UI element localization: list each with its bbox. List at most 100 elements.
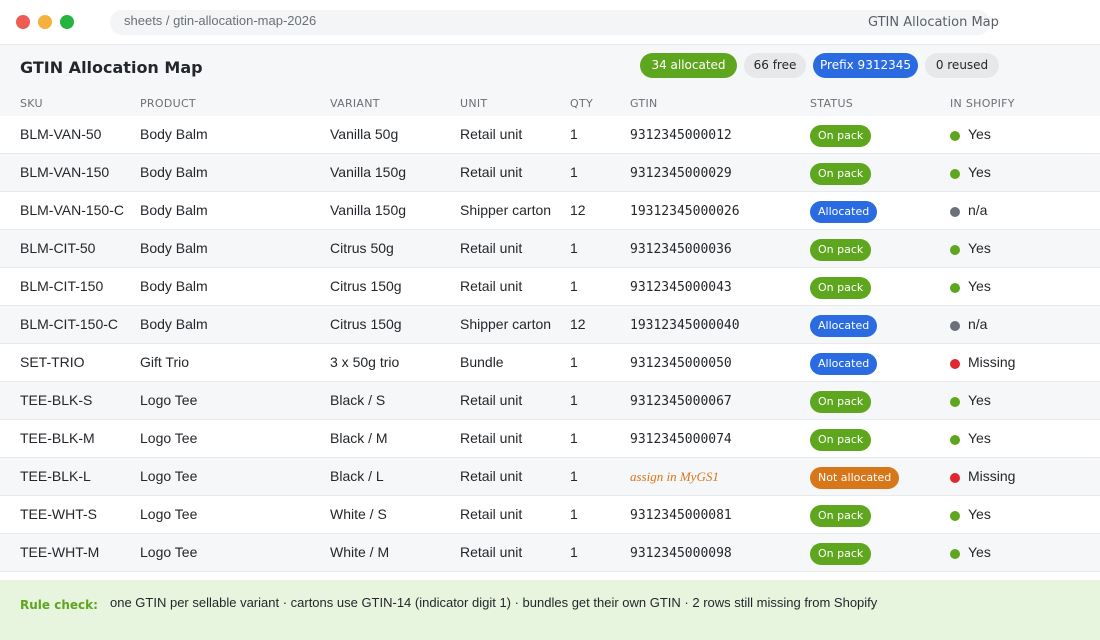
variant-cell[interactable]: Citrus 150g	[330, 316, 402, 332]
variant-cell[interactable]: Vanilla 50g	[330, 126, 398, 142]
variant-cell[interactable]: Citrus 50g	[330, 240, 394, 256]
table-row[interactable]: TEE-BLK-S Logo Tee Black / S Retail unit 1 93…	[0, 382, 1100, 420]
gtin-cell[interactable]: 9312345000036	[630, 242, 732, 257]
sku-cell[interactable]: TEE-BLK-M	[20, 430, 95, 446]
variant-cell[interactable]: White / M	[330, 544, 389, 560]
column-header-qty[interactable]: QTY	[570, 97, 593, 110]
gtin-cell[interactable]: 9312345000081	[630, 508, 732, 523]
unit-cell[interactable]: Retail unit	[460, 392, 522, 408]
table-row[interactable]: BLM-VAN-150 Body Balm Vanilla 150g Retail u…	[0, 154, 1100, 192]
column-header-unit[interactable]: UNIT	[460, 97, 487, 110]
unit-cell[interactable]: Retail unit	[460, 240, 522, 256]
gtin-cell[interactable]: 9312345000043	[630, 280, 732, 295]
qty-cell[interactable]: 1	[570, 506, 578, 522]
minimize-window-button[interactable]	[38, 15, 52, 29]
gtin-cell[interactable]: 19312345000026	[630, 204, 740, 219]
address-bar[interactable]: sheets / gtin-allocation-map-2026	[110, 10, 990, 35]
qty-cell[interactable]: 12	[570, 202, 586, 218]
shopify-status-text: Yes	[968, 430, 991, 446]
unit-cell[interactable]: Retail unit	[460, 126, 522, 142]
sku-cell[interactable]: BLM-CIT-150-C	[20, 316, 118, 332]
variant-cell[interactable]: Vanilla 150g	[330, 202, 406, 218]
product-cell[interactable]: Body Balm	[140, 164, 208, 180]
column-header-status[interactable]: STATUS	[810, 97, 853, 110]
table-row[interactable]: BLM-VAN-150-C Body Balm Vanilla 150g Shippe…	[0, 192, 1100, 230]
qty-cell[interactable]: 1	[570, 354, 578, 370]
table-row[interactable]: BLM-CIT-150-C Body Balm Citrus 150g Shipper…	[0, 306, 1100, 344]
close-window-button[interactable]	[16, 15, 30, 29]
qty-cell[interactable]: 1	[570, 430, 578, 446]
sku-cell[interactable]: BLM-VAN-50	[20, 126, 101, 142]
table-row[interactable]: BLM-CIT-150 Body Balm Citrus 150g Retail un…	[0, 268, 1100, 306]
qty-cell[interactable]: 1	[570, 126, 578, 142]
qty-cell[interactable]: 1	[570, 240, 578, 256]
shopify-status-dot-icon	[950, 321, 960, 331]
unit-cell[interactable]: Shipper carton	[460, 202, 551, 218]
gtin-cell[interactable]: 9312345000050	[630, 356, 732, 371]
product-cell[interactable]: Logo Tee	[140, 430, 197, 446]
product-cell[interactable]: Logo Tee	[140, 468, 197, 484]
product-cell[interactable]: Body Balm	[140, 240, 208, 256]
unit-cell[interactable]: Retail unit	[460, 430, 522, 446]
product-cell[interactable]: Body Balm	[140, 126, 208, 142]
column-header-variant[interactable]: VARIANT	[330, 97, 380, 110]
table-row[interactable]: TEE-WHT-M Logo Tee White / M Retail unit 1 93…	[0, 534, 1100, 572]
variant-cell[interactable]: 3 x 50g trio	[330, 354, 399, 370]
product-cell[interactable]: Body Balm	[140, 278, 208, 294]
qty-cell[interactable]: 1	[570, 278, 578, 294]
sku-cell[interactable]: SET-TRIO	[20, 354, 85, 370]
qty-cell[interactable]: 1	[570, 164, 578, 180]
gtin-cell[interactable]: 9312345000067	[630, 394, 732, 409]
window-title: GTIN Allocation Map	[868, 15, 999, 30]
qty-cell[interactable]: 1	[570, 544, 578, 560]
column-header-in-shopify[interactable]: IN SHOPIFY	[950, 97, 1015, 110]
sku-cell[interactable]: TEE-BLK-S	[20, 392, 92, 408]
unit-cell[interactable]: Bundle	[460, 354, 504, 370]
table-row[interactable]: BLM-CIT-50 Body Balm Citrus 50g Retail unit…	[0, 230, 1100, 268]
qty-cell[interactable]: 1	[570, 468, 578, 484]
column-header-sku[interactable]: SKU	[20, 97, 43, 110]
column-header-product[interactable]: PRODUCT	[140, 97, 196, 110]
unit-cell[interactable]: Retail unit	[460, 164, 522, 180]
unit-cell[interactable]: Shipper carton	[460, 316, 551, 332]
sku-cell[interactable]: BLM-VAN-150	[20, 164, 109, 180]
product-cell[interactable]: Logo Tee	[140, 392, 197, 408]
gtin-cell[interactable]: 9312345000074	[630, 432, 732, 447]
table-row[interactable]: BLM-VAN-50 Body Balm Vanilla 50g Retail uni…	[0, 116, 1100, 154]
unit-cell[interactable]: Retail unit	[460, 278, 522, 294]
gtin-cell[interactable]: 9312345000029	[630, 166, 732, 181]
column-header-gtin[interactable]: GTIN	[630, 97, 658, 110]
unit-cell[interactable]: Retail unit	[460, 544, 522, 560]
gtin-cell[interactable]: 19312345000040	[630, 318, 740, 333]
sku-cell[interactable]: BLM-VAN-150-C	[20, 202, 124, 218]
product-cell[interactable]: Body Balm	[140, 202, 208, 218]
unit-cell[interactable]: Retail unit	[460, 506, 522, 522]
maximize-window-button[interactable]	[60, 15, 74, 29]
gtin-cell[interactable]: assign in MyGS1	[630, 469, 719, 485]
product-cell[interactable]: Body Balm	[140, 316, 208, 332]
variant-cell[interactable]: White / S	[330, 506, 387, 522]
gtin-cell[interactable]: 9312345000098	[630, 546, 732, 561]
variant-cell[interactable]: Black / S	[330, 392, 385, 408]
sku-cell[interactable]: TEE-WHT-M	[20, 544, 99, 560]
table-row[interactable]: TEE-BLK-L Logo Tee Black / L Retail unit 1 as…	[0, 458, 1100, 496]
sku-cell[interactable]: BLM-CIT-50	[20, 240, 95, 256]
variant-cell[interactable]: Citrus 150g	[330, 278, 402, 294]
gtin-cell[interactable]: 9312345000012	[630, 128, 732, 143]
variant-cell[interactable]: Vanilla 150g	[330, 164, 406, 180]
product-cell[interactable]: Gift Trio	[140, 354, 189, 370]
table-row[interactable]: TEE-BLK-M Logo Tee Black / M Retail unit 1 93…	[0, 420, 1100, 458]
product-cell[interactable]: Logo Tee	[140, 544, 197, 560]
variant-cell[interactable]: Black / M	[330, 430, 388, 446]
sku-cell[interactable]: BLM-CIT-150	[20, 278, 103, 294]
table-row[interactable]: SET-TRIO Gift Trio 3 x 50g trio Bundle 1 9312…	[0, 344, 1100, 382]
product-cell[interactable]: Logo Tee	[140, 506, 197, 522]
qty-cell[interactable]: 1	[570, 392, 578, 408]
sku-cell[interactable]: TEE-WHT-S	[20, 506, 97, 522]
sku-cell[interactable]: TEE-BLK-L	[20, 468, 91, 484]
qty-cell[interactable]: 12	[570, 316, 586, 332]
table-row[interactable]: TEE-WHT-S Logo Tee White / S Retail unit 1 93…	[0, 496, 1100, 534]
shopify-status-text: Yes	[968, 164, 991, 180]
unit-cell[interactable]: Retail unit	[460, 468, 522, 484]
variant-cell[interactable]: Black / L	[330, 468, 384, 484]
